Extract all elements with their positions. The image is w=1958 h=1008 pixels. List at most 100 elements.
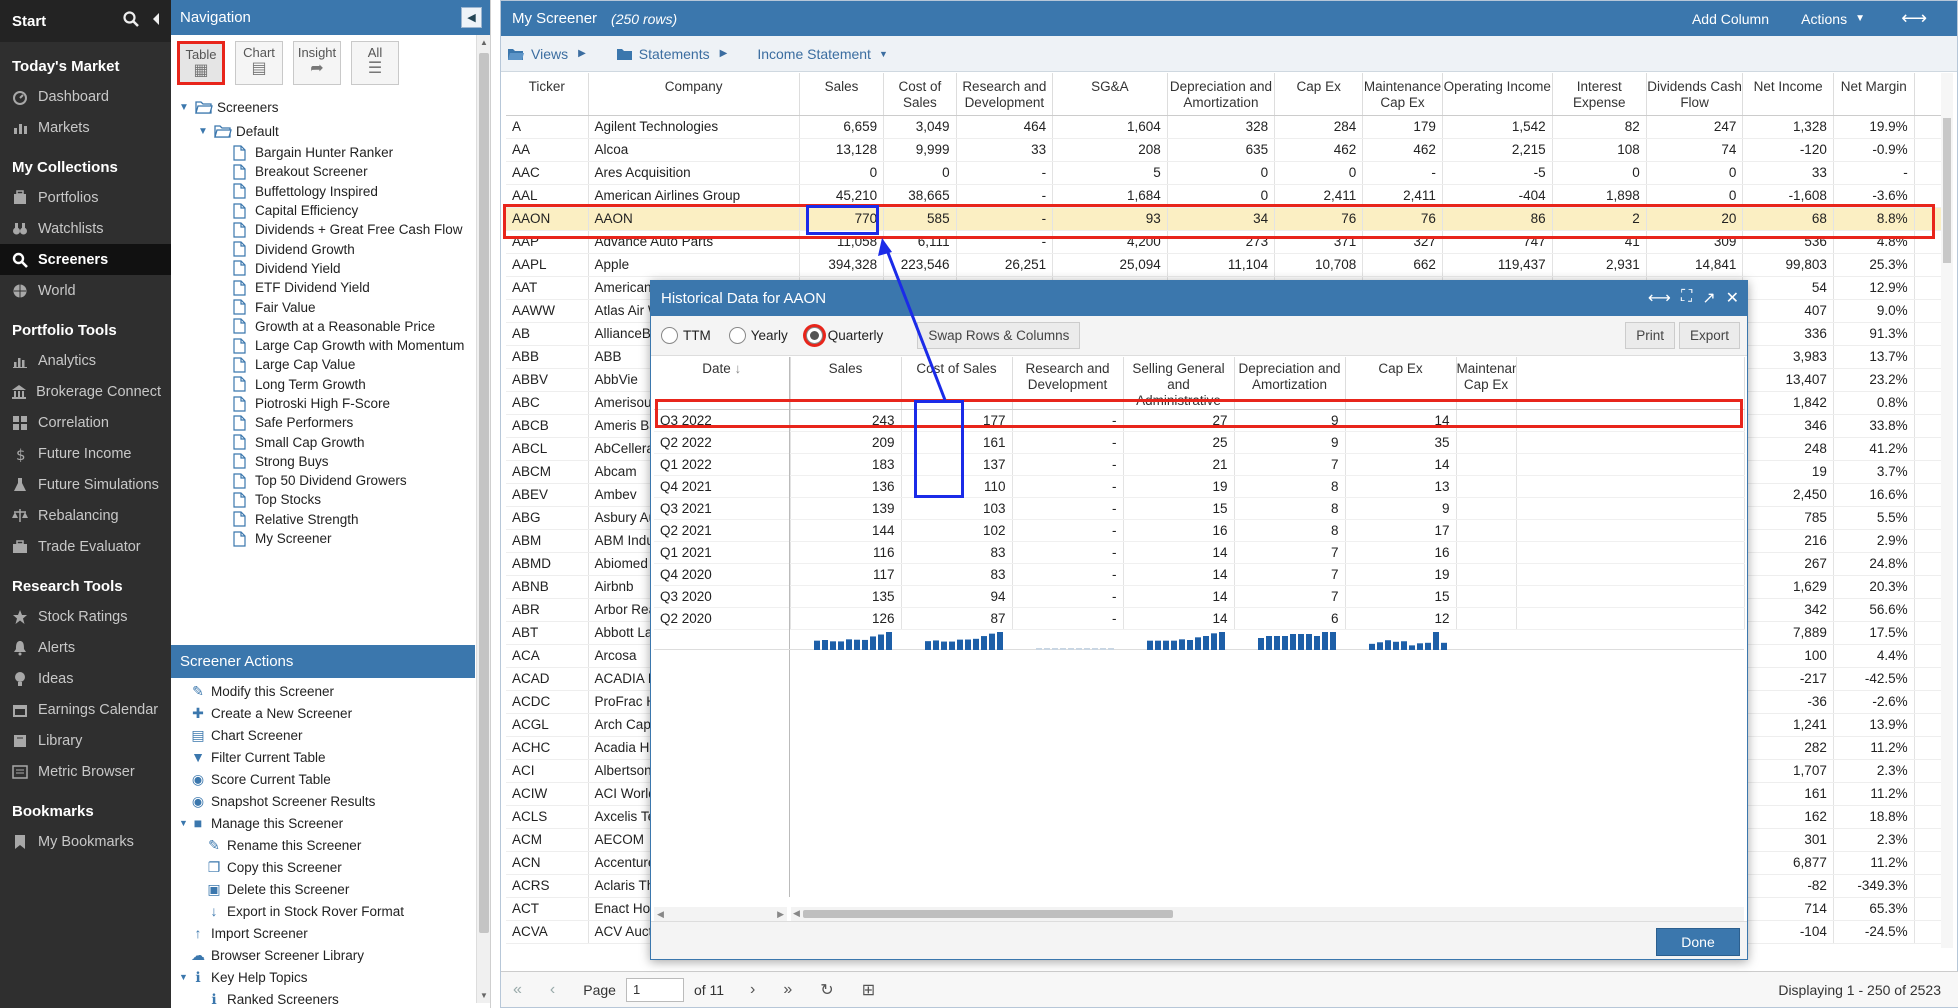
table-row[interactable]: A Agilent Technologies 6,659 3,049 464 1,604 3… [506, 115, 1952, 139]
screener-action-filter-current-table[interactable]: ▼ Filter Current Table [171, 746, 475, 768]
ticker-cell[interactable]: ABC [506, 391, 589, 415]
value-cell[interactable]: 2 [1552, 207, 1647, 231]
screener-action-create-a-new-screener[interactable]: ✚ Create a New Screener [171, 702, 475, 724]
historical-row[interactable]: Q4 2020 117 83-14 7 19 [654, 563, 1745, 586]
value-cell[interactable]: 2,450 [1742, 483, 1834, 507]
breadcrumb-views[interactable]: Views ▶ [507, 46, 600, 62]
collapse-panel-icon[interactable]: ◀ [461, 7, 482, 28]
value-cell[interactable]: 2,411 [1274, 184, 1364, 208]
value-cell[interactable]: 4.8% [1833, 230, 1915, 254]
screener-list-item[interactable]: Bargain Hunter Ranker [171, 143, 475, 162]
value-cell[interactable]: 15 [1345, 585, 1457, 608]
value-cell[interactable]: - [1012, 431, 1124, 454]
value-cell[interactable]: 65.3% [1833, 897, 1915, 921]
value-cell[interactable]: 93 [1052, 207, 1168, 231]
ticker-cell[interactable]: ACIW [506, 782, 589, 806]
value-cell[interactable] [1456, 541, 1517, 564]
historical-row[interactable]: Q3 2022 243 177-27 9 14 [654, 409, 1745, 432]
value-cell[interactable]: 116 [790, 541, 902, 564]
value-cell[interactable]: -5 [1442, 161, 1553, 185]
first-page-icon[interactable]: « [513, 981, 522, 999]
column-header[interactable]: Maintenance Cap Ex [1456, 357, 1517, 410]
value-cell[interactable]: 282 [1742, 736, 1834, 760]
screener-list-item[interactable]: Top Stocks [171, 490, 475, 509]
ticker-cell[interactable]: ABNB [506, 575, 589, 599]
value-cell[interactable]: 54 [1742, 276, 1834, 300]
value-cell[interactable]: 14 [1123, 563, 1235, 586]
value-cell[interactable]: 273 [1167, 230, 1276, 254]
value-cell[interactable]: - [956, 230, 1054, 254]
sidebar-item-future-income[interactable]: $ Future Income [0, 438, 171, 469]
caret-down-icon[interactable]: ▼ [179, 972, 188, 982]
sidebar-item-dashboard[interactable]: Dashboard [0, 81, 171, 112]
value-cell[interactable]: 26,251 [956, 253, 1054, 277]
value-cell[interactable]: 1,604 [1052, 115, 1168, 139]
value-cell[interactable]: 108 [1552, 138, 1647, 162]
table-row[interactable]: AAP Advance Auto Parts 11,058 6,111-4,200 27… [506, 230, 1952, 254]
screener-list-item[interactable]: Top 50 Dividend Growers [171, 471, 475, 490]
sidebar-item-brokerage-connect[interactable]: Brokerage Connect [0, 376, 171, 407]
value-cell[interactable]: 6 [1234, 607, 1346, 630]
column-header[interactable]: Depreciation and Amortization [1234, 357, 1346, 410]
value-cell[interactable]: 14 [1123, 541, 1235, 564]
ticker-cell[interactable]: ACI [506, 759, 589, 783]
ticker-cell[interactable]: ACHC [506, 736, 589, 760]
sidebar-item-rebalancing[interactable]: Rebalancing [0, 500, 171, 531]
breadcrumb-income-statement[interactable]: Income Statement ▼ [757, 46, 888, 62]
add-column-button[interactable]: Add Column [1682, 1, 1779, 36]
value-cell[interactable]: 161 [901, 431, 1013, 454]
column-header[interactable]: Depreciation and Amortization [1167, 73, 1276, 116]
option-yearly[interactable]: Yearly [728, 327, 788, 344]
close-icon[interactable]: ✕ [1726, 288, 1739, 308]
export-button[interactable]: Export [1678, 322, 1740, 349]
value-cell[interactable]: 247 [1646, 115, 1744, 139]
value-cell[interactable]: 8 [1234, 519, 1346, 542]
value-cell[interactable]: 0 [1167, 184, 1276, 208]
screener-list-item[interactable]: Piotroski High F-Score [171, 394, 475, 413]
ticker-cell[interactable]: ABMD [506, 552, 589, 576]
value-cell[interactable]: 183 [790, 453, 902, 476]
popout-icon[interactable]: ↗ [1702, 288, 1715, 308]
value-cell[interactable]: 137 [901, 453, 1013, 476]
value-cell[interactable]: 16 [1123, 519, 1235, 542]
value-cell[interactable]: 162 [1742, 805, 1834, 829]
add-icon[interactable]: ⊞ [862, 980, 875, 1000]
sidebar-item-world[interactable]: World [0, 275, 171, 306]
value-cell[interactable]: 16.6% [1833, 483, 1915, 507]
value-cell[interactable]: 19.9% [1833, 115, 1915, 139]
ticker-cell[interactable]: AAP [506, 230, 589, 254]
value-cell[interactable]: 2.3% [1833, 828, 1915, 852]
value-cell[interactable]: 119,437 [1442, 253, 1553, 277]
ticker-cell[interactable]: ACLS [506, 805, 589, 829]
sidebar-item-portfolios[interactable]: Portfolios [0, 182, 171, 213]
value-cell[interactable]: 1,842 [1742, 391, 1834, 415]
value-cell[interactable]: 346 [1742, 414, 1834, 438]
column-header[interactable]: Maintenance Cap Ex [1362, 73, 1443, 116]
ticker-cell[interactable]: AAON [506, 207, 589, 231]
ticker-cell[interactable]: ABCB [506, 414, 589, 438]
value-cell[interactable]: -349.3% [1833, 874, 1915, 898]
column-header[interactable]: Company [588, 73, 800, 116]
column-header[interactable]: Selling General and Administrative [1123, 357, 1235, 410]
value-cell[interactable]: 25.3% [1833, 253, 1915, 277]
screener-action-score-current-table[interactable]: ◉ Score Current Table [171, 768, 475, 790]
value-cell[interactable]: 5 [1052, 161, 1168, 185]
ticker-cell[interactable]: ABT [506, 621, 589, 645]
value-cell[interactable]: 371 [1274, 230, 1364, 254]
screener-action-ranked-screeners[interactable]: ℹ Ranked Screeners [171, 988, 475, 1008]
sidebar-item-stock-ratings[interactable]: Stock Ratings [0, 601, 171, 632]
value-cell[interactable]: 1,241 [1742, 713, 1834, 737]
sidebar-item-my-bookmarks[interactable]: My Bookmarks [0, 826, 171, 857]
screener-list-item[interactable]: Growth at a Reasonable Price [171, 317, 475, 336]
value-cell[interactable]: 1,898 [1552, 184, 1647, 208]
value-cell[interactable]: 7,889 [1742, 621, 1834, 645]
value-cell[interactable]: 33 [956, 138, 1054, 162]
value-cell[interactable]: - [1012, 409, 1124, 432]
value-cell[interactable]: 17.5% [1833, 621, 1915, 645]
value-cell[interactable]: 394,328 [799, 253, 885, 277]
company-cell[interactable]: Ares Acquisition [588, 161, 800, 185]
value-cell[interactable]: 25 [1123, 431, 1235, 454]
screener-action-key-help-topics[interactable]: ▼ ℹ Key Help Topics [171, 966, 475, 988]
value-cell[interactable]: - [1012, 475, 1124, 498]
column-header[interactable]: Cost of Sales [901, 357, 1013, 410]
